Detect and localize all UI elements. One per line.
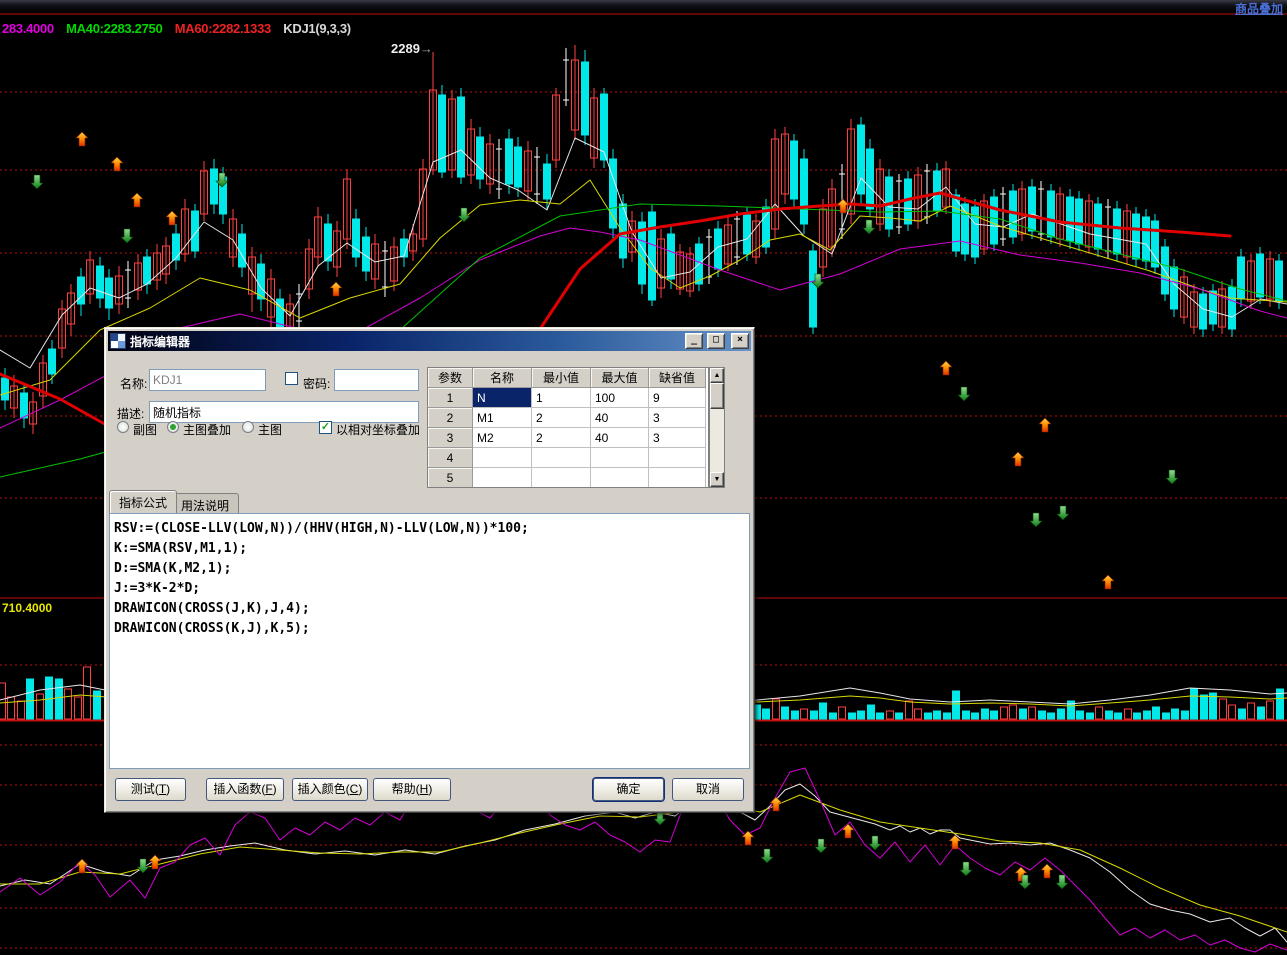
ma20-value: 283.4000	[2, 21, 54, 36]
param-cell[interactable]	[649, 448, 706, 468]
indicator-value-bar: 283.4000 MA40:2283.2750 MA60:2282.1333 K…	[2, 21, 360, 36]
ma60-value: MA60:2282.1333	[175, 21, 271, 36]
formula-line[interactable]: DRAWICON(CROSS(K,J),K,5);	[114, 619, 749, 639]
maximize-icon[interactable]: □	[707, 333, 725, 349]
scrollbar-thumb[interactable]	[710, 383, 724, 409]
help-button[interactable]: 帮助(H)	[373, 778, 451, 801]
app-screen: 商品叠加 283.4000 MA40:2283.2750 MA60:2282.1…	[0, 0, 1287, 955]
test-button[interactable]: 测试(T)	[115, 778, 186, 801]
name-field[interactable]	[149, 369, 266, 391]
cancel-button[interactable]: 取消	[672, 778, 744, 801]
formula-line[interactable]: K:=SMA(RSV,M1,1);	[114, 539, 749, 559]
formula-editor[interactable]: RSV:=(CLOSE-LLV(LOW,N))/(HHV(HIGH,N)-LLV…	[109, 513, 750, 769]
param-table-header: 最小值	[532, 368, 591, 388]
param-cell: 5	[428, 468, 473, 488]
formula-line[interactable]: D:=SMA(K,M2,1);	[114, 559, 749, 579]
dialog-title: 指标编辑器	[130, 333, 681, 350]
param-cell[interactable]: M1	[473, 408, 532, 428]
param-cell[interactable]	[649, 468, 706, 488]
dialog-window-icon	[110, 333, 126, 349]
param-cell[interactable]	[473, 468, 532, 488]
password-label: 密码:	[303, 375, 330, 392]
formula-line[interactable]: DRAWICON(CROSS(J,K),J,4);	[114, 599, 749, 619]
param-cell[interactable]: 2	[532, 428, 591, 448]
param-cell[interactable]	[473, 448, 532, 468]
param-cell[interactable]	[532, 448, 591, 468]
radio-main-overlay[interactable]	[167, 421, 179, 433]
param-cell[interactable]: 9	[649, 388, 706, 408]
formula-line[interactable]: RSV:=(CLOSE-LLV(LOW,N))/(HHV(HIGH,N)-LLV…	[114, 519, 749, 539]
password-field[interactable]	[334, 369, 419, 391]
overlay-commodity-link[interactable]: 商品叠加	[1235, 0, 1283, 17]
param-cell: 1	[428, 388, 473, 408]
scroll-up-icon[interactable]: ▲	[710, 368, 724, 383]
price-peak-annotation: 2289→	[391, 41, 433, 56]
relative-coord-checkbox[interactable]: ✓	[319, 421, 332, 434]
tab-formula[interactable]: 指标公式	[109, 490, 177, 513]
param-table-header: 名称	[473, 368, 532, 388]
ok-button[interactable]: 确定	[593, 778, 664, 801]
param-cell[interactable]	[591, 448, 649, 468]
radio-mainchart-label[interactable]: 主图	[258, 421, 282, 438]
volume-pane-value: 710.4000	[2, 601, 52, 615]
param-table-header: 缺省值	[649, 368, 706, 388]
param-cell[interactable]: 3	[649, 428, 706, 448]
top-bar: 商品叠加	[0, 0, 1287, 13]
param-cell: 4	[428, 448, 473, 468]
minimize-icon[interactable]: _	[685, 333, 703, 349]
param-table-header: 参数	[428, 368, 473, 388]
insert-color-button[interactable]: 插入颜色(C)	[292, 778, 368, 801]
description-label: 描述:	[117, 405, 144, 422]
param-cell[interactable]: 100	[591, 388, 649, 408]
param-table-scrollbar[interactable]: ▲ ▼	[709, 367, 725, 488]
insert-function-button[interactable]: 插入函数(F)	[206, 778, 284, 801]
param-cell[interactable]: 3	[649, 408, 706, 428]
dialog-titlebar[interactable]: 指标编辑器 _ □ ×	[108, 331, 751, 351]
peak-value: 2289	[391, 41, 420, 56]
param-cell[interactable]	[591, 468, 649, 488]
param-table: 参数名称最小值最大值缺省值1N110092M124033M2240345	[427, 367, 709, 488]
param-cell[interactable]	[532, 468, 591, 488]
radio-mainchart[interactable]	[242, 421, 254, 433]
radio-subchart-label[interactable]: 副图	[133, 421, 157, 438]
relative-coord-label[interactable]: 以相对坐标叠加	[336, 421, 420, 438]
param-cell: 2	[428, 408, 473, 428]
indicator-editor-dialog: 指标编辑器 _ □ × 名称: 密码: 描述: 副图 主图叠加 主图 ✓ 以相对…	[104, 327, 755, 813]
param-cell[interactable]: 40	[591, 408, 649, 428]
kdj-indicator-label: KDJ1(9,3,3)	[283, 21, 351, 36]
radio-main-overlay-label[interactable]: 主图叠加	[183, 421, 231, 438]
close-icon[interactable]: ×	[731, 333, 749, 349]
right-arrow-icon: →	[420, 41, 433, 56]
password-checkbox[interactable]	[285, 372, 298, 385]
param-cell[interactable]: 40	[591, 428, 649, 448]
ma40-value: MA40:2283.2750	[66, 21, 162, 36]
param-cell[interactable]: 2	[532, 408, 591, 428]
param-cell[interactable]: M2	[473, 428, 532, 448]
param-cell: 3	[428, 428, 473, 448]
param-table-header: 最大值	[591, 368, 649, 388]
tab-usage[interactable]: 用法说明	[171, 493, 239, 513]
param-cell[interactable]: 1	[532, 388, 591, 408]
formula-line[interactable]: J:=3*K-2*D;	[114, 579, 749, 599]
param-cell[interactable]: N	[473, 388, 532, 408]
scroll-down-icon[interactable]: ▼	[710, 472, 724, 487]
radio-subchart[interactable]	[117, 421, 129, 433]
name-label: 名称:	[120, 375, 147, 392]
description-field[interactable]	[149, 401, 419, 423]
